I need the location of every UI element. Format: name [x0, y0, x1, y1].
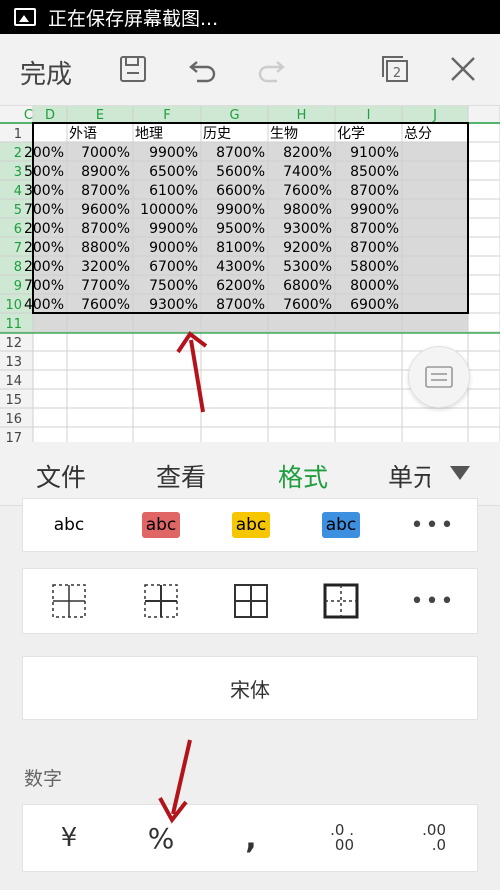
annotation-arrow-down	[158, 739, 192, 824]
annotation-arrow-up	[176, 331, 208, 413]
annotation-arrows	[158, 331, 208, 824]
